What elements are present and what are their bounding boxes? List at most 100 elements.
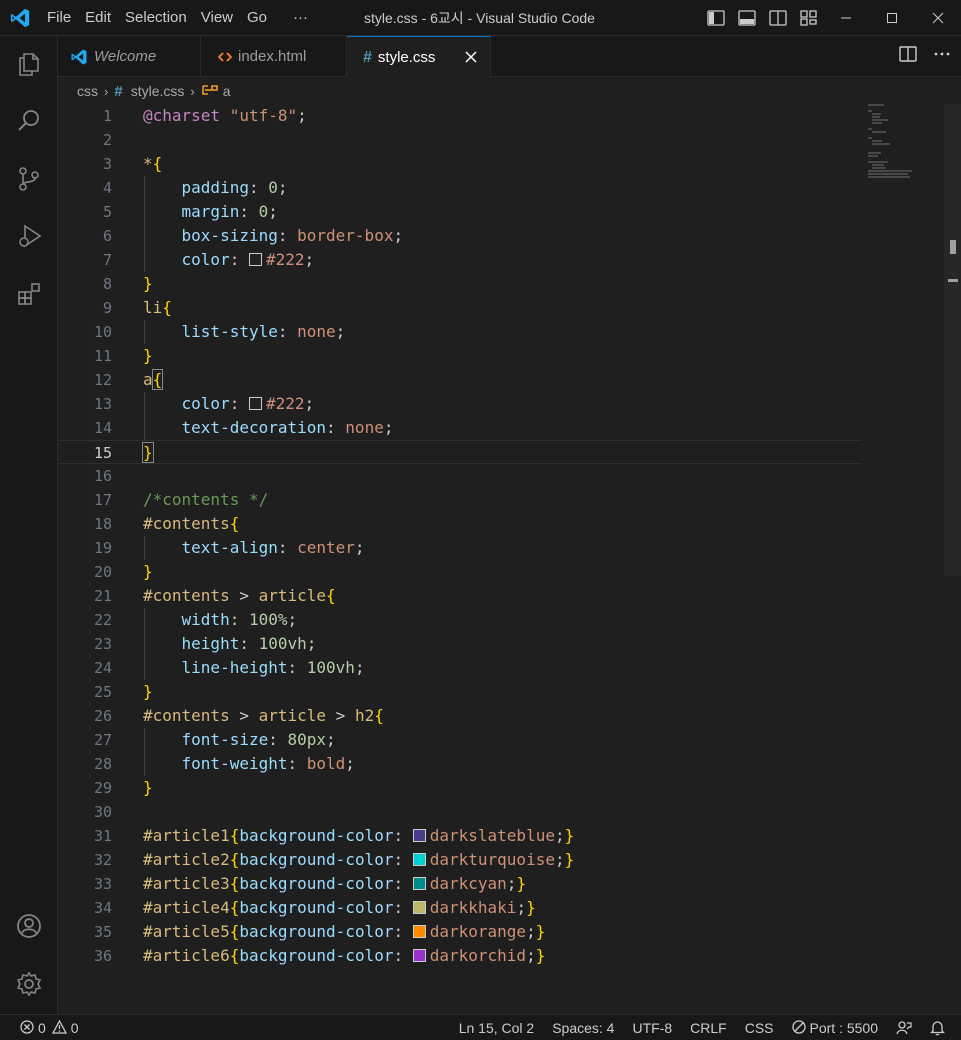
- feedback-icon[interactable]: [896, 1020, 912, 1036]
- code-line[interactable]: 35 #article5{background-color: darkorange…: [58, 920, 862, 944]
- code-line[interactable]: 16: [58, 464, 862, 488]
- vertical-scrollbar[interactable]: [944, 104, 961, 576]
- code-line[interactable]: 21 #contents > article{: [58, 584, 862, 608]
- code-line[interactable]: 15}: [58, 440, 862, 464]
- encoding[interactable]: UTF-8: [632, 1020, 672, 1036]
- cursor-position[interactable]: Ln 15, Col 2: [459, 1020, 535, 1036]
- code-line[interactable]: 25}: [58, 680, 862, 704]
- code-line[interactable]: 23 height: 100vh;: [58, 632, 862, 656]
- tab-welcome[interactable]: Welcome: [58, 36, 201, 77]
- line-number: 17: [93, 491, 112, 509]
- code-line[interactable]: 17 /*contents */: [58, 488, 862, 512]
- line-number: 34: [93, 899, 112, 917]
- code-line[interactable]: 13 color: #222;: [58, 392, 862, 416]
- minimap[interactable]: [868, 104, 918, 178]
- code-text: }: [143, 272, 153, 296]
- code-line[interactable]: 6 box-sizing: border-box;: [58, 224, 862, 248]
- live-server-port[interactable]: Port : 5500: [791, 1019, 878, 1037]
- breadcrumb-folder[interactable]: css: [77, 83, 98, 99]
- tab-index-html[interactable]: index.html: [201, 36, 347, 77]
- toggle-secondary-sidebar-icon[interactable]: [764, 0, 791, 36]
- color-swatch[interactable]: [412, 853, 426, 866]
- code-line[interactable]: 8}: [58, 272, 862, 296]
- color-swatch[interactable]: [412, 877, 426, 890]
- code-token: ;: [354, 658, 365, 677]
- code-line[interactable]: 26 #contents > article > h2{: [58, 704, 862, 728]
- problems-indicator[interactable]: 0 0: [20, 1015, 79, 1040]
- code-line[interactable]: 14 text-decoration: none;: [58, 416, 862, 440]
- code-line[interactable]: 28 font-weight: bold;: [58, 752, 862, 776]
- code-line[interactable]: 31 #article1{background-color: darkslateb…: [58, 824, 862, 848]
- source-control-icon[interactable]: [0, 151, 58, 207]
- code-token: :: [393, 874, 413, 893]
- code-token: darkcyan: [429, 874, 507, 893]
- menu-more[interactable]: ···: [286, 0, 315, 36]
- code-line[interactable]: 24 line-height: 100vh;: [58, 656, 862, 680]
- code-line[interactable]: 12 a{: [58, 368, 862, 392]
- code-editor[interactable]: 1 @charset "utf-8"; 2 3 *{4 padding: 0; 5 mar…: [58, 104, 961, 1014]
- breadcrumb-symbol[interactable]: a: [223, 83, 231, 99]
- search-icon[interactable]: [0, 93, 58, 149]
- customize-layout-icon[interactable]: [795, 0, 822, 36]
- code-line[interactable]: 1 @charset "utf-8";: [58, 104, 862, 128]
- maximize-icon[interactable]: [869, 0, 915, 36]
- code-line[interactable]: 9 li{: [58, 296, 862, 320]
- code-token: {: [162, 298, 172, 317]
- code-line[interactable]: 11}: [58, 344, 862, 368]
- code-line[interactable]: 20}: [58, 560, 862, 584]
- line-number: 23: [93, 635, 112, 653]
- code-line[interactable]: 5 margin: 0;: [58, 200, 862, 224]
- color-swatch[interactable]: [412, 829, 426, 842]
- menu-item-file[interactable]: File: [40, 0, 78, 36]
- extensions-icon[interactable]: [0, 266, 58, 322]
- menu-item-go[interactable]: Go: [240, 0, 274, 36]
- code-line[interactable]: 2: [58, 128, 862, 152]
- code-line[interactable]: 18 #contents{: [58, 512, 862, 536]
- gear-icon[interactable]: [0, 956, 58, 1012]
- code-text: font-weight: bold;: [143, 752, 355, 776]
- code-line[interactable]: 10 list-style: none;: [58, 320, 862, 344]
- close-window-icon[interactable]: [915, 0, 961, 36]
- code-line[interactable]: 3 *{: [58, 152, 862, 176]
- code-line[interactable]: 19 text-align: center;: [58, 536, 862, 560]
- more-actions-icon[interactable]: [933, 46, 951, 67]
- menu-item-view[interactable]: View: [194, 0, 240, 36]
- code-line[interactable]: 33 #article3{background-color: darkcyan;}: [58, 872, 862, 896]
- menu-item-selection[interactable]: Selection: [118, 0, 194, 36]
- code-line[interactable]: 36 #article6{background-color: darkorchid…: [58, 944, 862, 968]
- code-line[interactable]: 22 width: 100%;: [58, 608, 862, 632]
- split-editor-icon[interactable]: [899, 46, 917, 67]
- bell-icon[interactable]: [930, 1020, 945, 1036]
- menu-item-edit[interactable]: Edit: [78, 0, 118, 36]
- code-line[interactable]: 7 color: #222;: [58, 248, 862, 272]
- breadcrumb-file[interactable]: style.css: [131, 83, 185, 99]
- code-line[interactable]: 4 padding: 0;: [58, 176, 862, 200]
- code-line[interactable]: 30: [58, 800, 862, 824]
- code-token: :: [268, 730, 288, 749]
- run-and-debug-icon[interactable]: [0, 208, 58, 264]
- close-icon[interactable]: [462, 48, 480, 66]
- color-swatch[interactable]: [412, 925, 426, 938]
- toggle-panel-icon[interactable]: [733, 0, 760, 36]
- language-mode[interactable]: CSS: [745, 1020, 774, 1036]
- code-line[interactable]: 32 #article2{background-color: darkturquo…: [58, 848, 862, 872]
- explorer-icon[interactable]: [0, 36, 58, 92]
- indentation[interactable]: Spaces: 4: [552, 1020, 614, 1036]
- html-file-icon: [218, 50, 232, 64]
- code-text: list-style: none;: [143, 320, 346, 344]
- code-line[interactable]: 29}: [58, 776, 862, 800]
- code-line[interactable]: 34 #article4{background-color: darkkhaki;…: [58, 896, 862, 920]
- color-swatch[interactable]: [248, 397, 262, 410]
- tab-style-css[interactable]: # style.css: [347, 36, 491, 78]
- account-icon[interactable]: [0, 898, 58, 954]
- code-line[interactable]: 27 font-size: 80px;: [58, 728, 862, 752]
- end-of-line[interactable]: CRLF: [690, 1020, 727, 1036]
- color-swatch[interactable]: [248, 253, 262, 266]
- color-swatch[interactable]: [412, 901, 426, 914]
- minimize-icon[interactable]: [823, 0, 869, 36]
- color-swatch[interactable]: [412, 949, 426, 962]
- toggle-primary-sidebar-icon[interactable]: [702, 0, 729, 36]
